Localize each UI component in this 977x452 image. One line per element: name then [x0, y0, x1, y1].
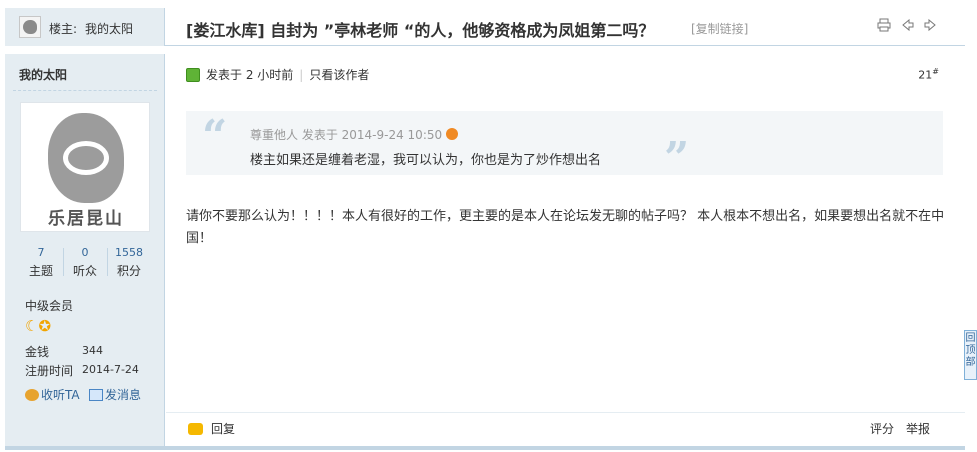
reg-label: 注册时间 — [25, 364, 74, 378]
author-panel: 我的太阳 乐居昆山 7 主题 0 听众 1558 积分 中级会员 ☾✪ 金钱 3… — [5, 54, 165, 446]
reply-icon — [188, 423, 203, 435]
jump-to-quote-icon[interactable] — [446, 128, 459, 140]
quote-header: 尊重他人 发表于 2014-9-24 10:50 — [250, 126, 459, 143]
op-label: 楼主: — [49, 22, 78, 36]
stat-points[interactable]: 1558 积分 — [108, 246, 150, 279]
quote-close-icon: ” — [664, 133, 690, 184]
back-to-top-button[interactable]: 回顶部 — [964, 330, 977, 380]
post: 发表于 2 小时前 | 只看该作者 21# “ 尊重他人 发表于 2014-9-24… — [166, 54, 965, 446]
divider — [5, 446, 965, 450]
post-meta: 发表于 2 小时前 | 只看该作者 — [186, 66, 369, 83]
quote-open-icon: “ — [202, 111, 228, 162]
quote-body: 楼主如果还是缠着老湿，我可以认为，你也是为了炒作想出名 — [250, 153, 602, 168]
thread-category[interactable]: [娄江水库] — [186, 21, 265, 40]
reply-label: 回复 — [211, 422, 236, 436]
op-name[interactable]: 我的太阳 — [85, 20, 133, 37]
follow-button[interactable]: 收听TA — [25, 386, 80, 403]
post-time: 发表于 2 小时前 — [206, 68, 294, 82]
report-button[interactable]: 举报 — [906, 420, 930, 437]
reply-button[interactable]: 回复 — [188, 420, 235, 437]
mail-icon — [89, 389, 103, 401]
send-message-button[interactable]: 发消息 — [89, 386, 141, 403]
floor-sup: # — [932, 67, 939, 76]
op-info: 楼主: 我的太阳 — [5, 8, 165, 46]
author-avatar[interactable]: 乐居昆山 — [20, 102, 150, 232]
thread-title-text: 自封为 ”亭林老师 “的人，他够资格成为凤姐第二吗？ — [270, 21, 655, 40]
thread-title: [娄江水库] 自封为 ”亭林老师 “的人，他够资格成为凤姐第二吗？ — [186, 17, 654, 41]
message-label: 发消息 — [105, 388, 142, 402]
divider — [13, 90, 157, 91]
user-group[interactable]: 中级会员 — [25, 297, 73, 314]
thread-header: 楼主: 我的太阳 [娄江水库] 自封为 ”亭林老师 “的人，他够资格成为凤姐第二… — [5, 8, 965, 46]
stat-value: 7 — [37, 246, 45, 259]
money-label: 金钱 — [25, 345, 50, 359]
stat-value: 1558 — [115, 246, 143, 259]
floor-value: 21 — [918, 68, 933, 82]
online-status-icon — [186, 68, 200, 82]
post-content: 请你不要那么认为！！！！本人有很好的工作，更主要的是本人在论坛发无聊的帖子吗？ … — [186, 209, 945, 246]
author-name[interactable]: 我的太阳 — [19, 66, 67, 83]
author-stats: 7 主题 0 听众 1558 积分 — [20, 246, 150, 282]
stat-value: 0 — [81, 246, 89, 259]
stat-followers[interactable]: 0 听众 — [64, 246, 106, 279]
money-value: 344 — [82, 344, 103, 357]
follow-label: 收听TA — [41, 388, 80, 402]
next-thread-icon[interactable] — [922, 18, 938, 34]
stat-label: 积分 — [116, 264, 141, 278]
op-avatar[interactable] — [19, 16, 41, 38]
follow-icon — [25, 389, 39, 401]
quote-block: “ 尊重他人 发表于 2014-9-24 10:50 楼主如果还是缠着老湿，我可… — [186, 111, 943, 184]
copy-link-button[interactable]: [复制链接] — [691, 20, 748, 37]
stat-threads[interactable]: 7 主题 — [20, 246, 62, 279]
quote-header-text: 尊重他人 发表于 2014-9-24 10:50 — [250, 128, 443, 142]
prev-thread-icon[interactable] — [900, 18, 916, 34]
stat-label: 听众 — [72, 264, 97, 278]
author-only-link[interactable]: 只看该作者 — [309, 68, 369, 82]
stat-label: 主题 — [28, 264, 53, 278]
reg-value: 2014-7-24 — [82, 363, 139, 376]
rank-icon: ☾✪ — [25, 317, 52, 335]
print-icon[interactable] — [876, 18, 892, 34]
floor-number[interactable]: 21# — [918, 67, 939, 82]
avatar-caption: 乐居昆山 — [48, 209, 124, 229]
rate-button[interactable]: 评分 — [870, 420, 894, 437]
post-actions: 回复 评分 举报 — [166, 412, 965, 446]
